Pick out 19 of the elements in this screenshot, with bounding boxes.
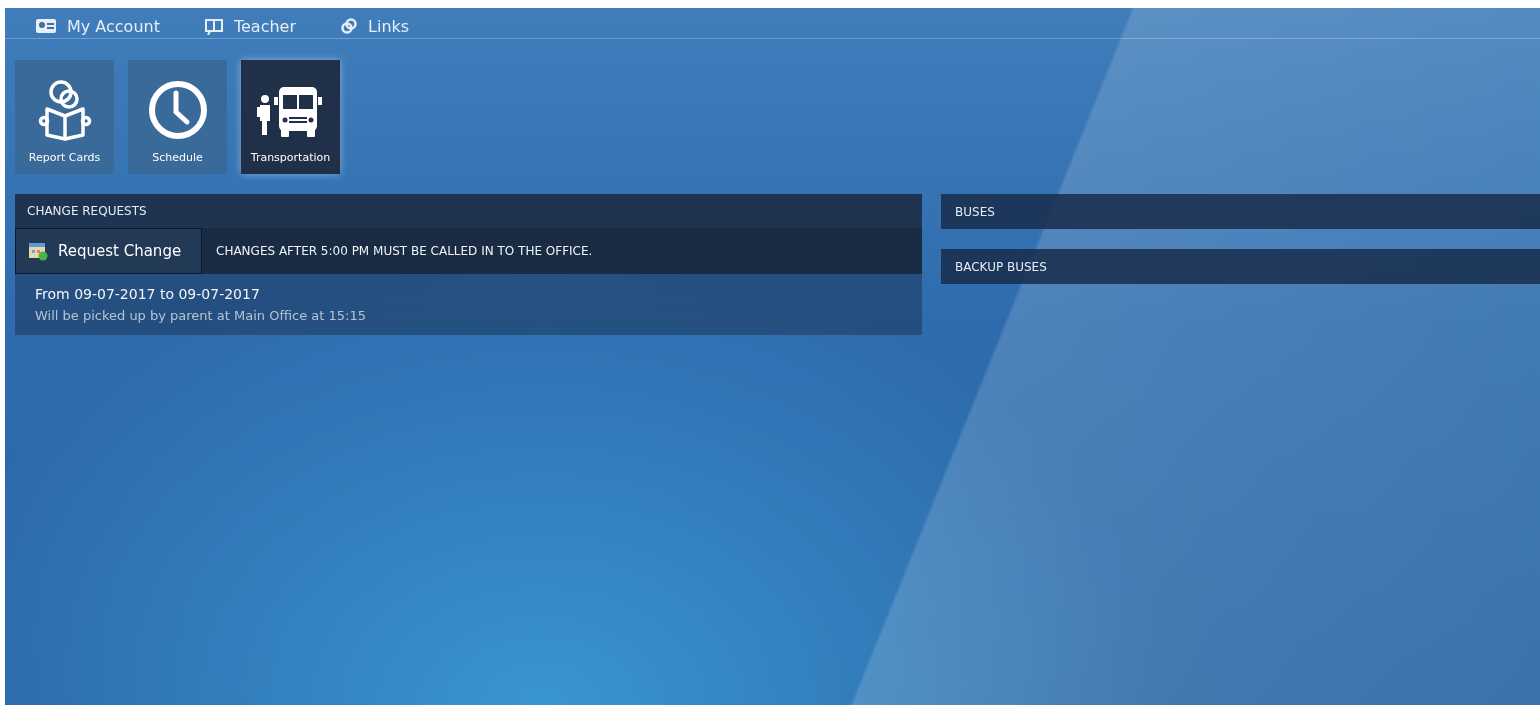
pickup-detail: Will be picked up by parent at Main Office at 15:15: [35, 308, 367, 323]
date-range: From 09-07-2017 to 09-07-2017: [35, 286, 261, 302]
app-tile[interactable]: Report Cards: [15, 60, 114, 174]
panel-header: BACKUP BUSES: [941, 249, 1540, 284]
link-icon: [340, 17, 359, 35]
panel-header: BUSES: [941, 194, 1540, 229]
clock-icon: [146, 79, 209, 141]
nav-link[interactable]: Teacher: [203, 14, 297, 38]
board-icon: [203, 17, 224, 35]
panel-header: CHANGE REQUESTS: [15, 194, 922, 228]
app-tile[interactable]: Transportation: [241, 60, 340, 174]
account-icon: [35, 17, 57, 35]
app-tile[interactable]: Schedule: [128, 60, 227, 174]
reader-icon: [36, 79, 93, 141]
nav-link[interactable]: Links: [340, 14, 410, 38]
request-change-button[interactable]: Request Change: [15, 228, 202, 274]
notice-text: CHANGES AFTER 5:00 PM MUST BE CALLED IN TO THE OFFICE.: [215, 244, 593, 258]
calendar-add-icon: [28, 241, 48, 261]
nav-link[interactable]: My Account: [35, 14, 160, 38]
